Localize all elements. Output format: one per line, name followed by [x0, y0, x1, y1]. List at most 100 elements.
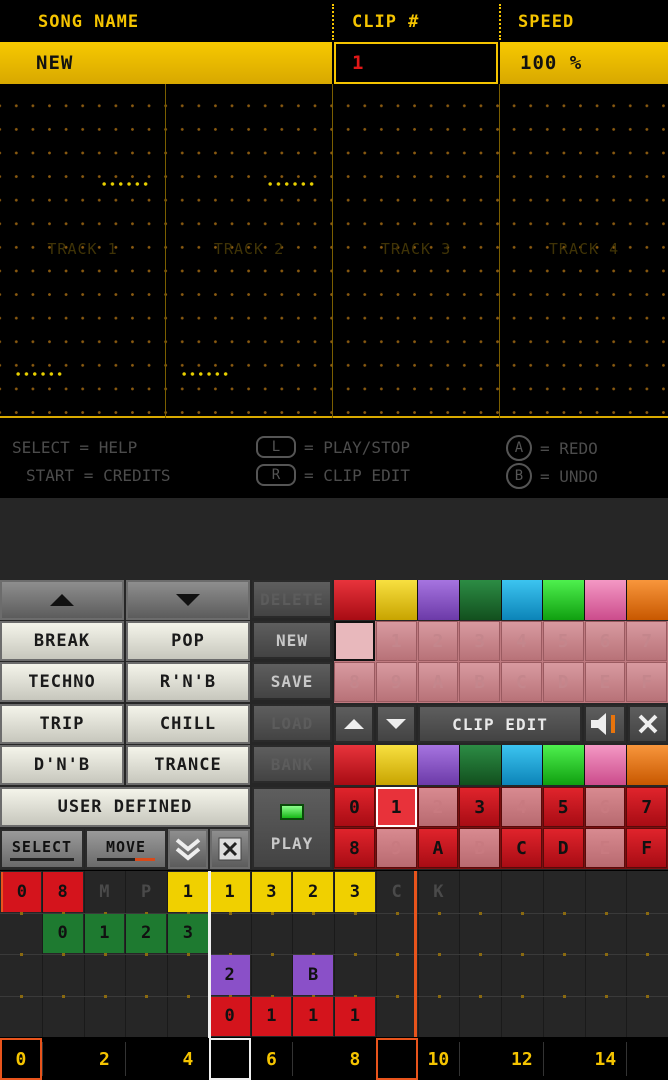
clip-pad-top[interactable]: 7 [626, 621, 667, 661]
clip-pad-bottom[interactable]: D [542, 828, 584, 868]
clip-pad-top[interactable]: 5 [542, 621, 584, 661]
clip-number-field[interactable]: 1 [334, 42, 498, 84]
delete-button[interactable]: DELETE [252, 580, 332, 618]
genre-button-pop[interactable]: POP [126, 621, 250, 661]
sequencer-cell[interactable]: 1 [209, 872, 250, 912]
clip-pad-bottom[interactable]: 3 [459, 787, 500, 827]
select-tool-button[interactable]: SELECT [0, 829, 84, 869]
sequencer-cell[interactable]: 1 [293, 996, 333, 1036]
clear-button[interactable] [210, 829, 250, 869]
clip-pad-bottom[interactable]: 8 [334, 828, 375, 868]
clip-pad-top[interactable]: C [501, 662, 542, 702]
color-swatch-cyan[interactable] [501, 745, 544, 785]
color-swatch-green[interactable] [543, 580, 586, 620]
clip-pad-bottom[interactable]: B [459, 828, 500, 868]
color-swatch-yellow[interactable] [375, 745, 418, 785]
sequencer-cell[interactable]: 8 [42, 872, 83, 912]
clip-pad-bottom[interactable]: F [626, 828, 667, 868]
sequencer-cell[interactable]: 0 [1, 872, 41, 912]
color-swatch-pink[interactable] [585, 745, 628, 785]
sequencer-cell[interactable]: 1 [168, 872, 208, 912]
clip-pad-top[interactable]: 3 [459, 621, 500, 661]
clip-edit-button[interactable]: CLIP EDIT [418, 705, 582, 743]
sequencer-cell[interactable]: B [293, 955, 333, 995]
clip-pad-bottom[interactable]: 9 [375, 828, 417, 868]
sequencer-cell[interactable]: 2 [293, 872, 333, 912]
sequencer-cell[interactable]: 3 [168, 913, 208, 953]
clip-pad-bottom[interactable]: A [417, 828, 459, 868]
clip-pad-bottom[interactable]: 6 [584, 787, 626, 827]
clip-pad-top[interactable]: E [584, 662, 626, 702]
clip-pad-top[interactable]: 0 [334, 621, 375, 661]
clip-pad-bottom[interactable]: 5 [542, 787, 584, 827]
color-swatch-red[interactable] [334, 745, 376, 785]
clip-pad-bottom[interactable]: 4 [501, 787, 542, 827]
clip-pad-top[interactable]: 4 [501, 621, 542, 661]
sequencer-cell[interactable]: 1 [84, 913, 125, 953]
color-swatch-green[interactable] [543, 745, 586, 785]
clip-pad-top[interactable]: 9 [375, 662, 417, 702]
sequencer-cell[interactable]: 2 [126, 913, 166, 953]
new-button[interactable]: NEW [252, 621, 332, 659]
genre-button-trance[interactable]: TRANCE [126, 745, 250, 785]
color-swatch-orange[interactable] [627, 580, 668, 620]
sequencer-cell[interactable]: K [419, 872, 459, 912]
clip-pad-top[interactable]: D [542, 662, 584, 702]
color-swatch-red[interactable] [334, 580, 376, 620]
track-4-label[interactable]: TRACK 4 [500, 240, 668, 258]
clip-pad-top[interactable]: B [459, 662, 500, 702]
color-swatch-darkgreen[interactable] [459, 745, 502, 785]
clip-pad-top[interactable]: 1 [375, 621, 417, 661]
speed-field[interactable]: 100 % [500, 42, 668, 84]
clip-pad-top[interactable]: A [417, 662, 459, 702]
user-defined-button[interactable]: USER DEFINED [0, 787, 250, 827]
color-swatch-purple[interactable] [417, 745, 460, 785]
clip-pad-bottom[interactable]: 7 [626, 787, 667, 827]
sequencer-cell[interactable]: 0 [42, 913, 83, 953]
clip-up-button[interactable] [334, 705, 374, 743]
mute-button[interactable] [584, 705, 626, 743]
clip-down-button[interactable] [376, 705, 416, 743]
genre-button-techno[interactable]: TECHNO [0, 662, 124, 702]
color-swatch-pink[interactable] [585, 580, 628, 620]
track-2-label[interactable]: TRACK 2 [166, 240, 332, 258]
collapse-button[interactable] [168, 829, 208, 869]
play-button[interactable]: PLAY [252, 787, 332, 869]
sequencer-cell[interactable]: 2 [209, 955, 250, 995]
track-3-label[interactable]: TRACK 3 [333, 240, 499, 258]
scroll-up-button[interactable] [0, 580, 124, 620]
sequencer-cell[interactable]: P [126, 872, 166, 912]
song-name-field[interactable]: NEW [0, 42, 332, 84]
clip-pad-top[interactable]: 8 [334, 662, 375, 702]
track-1-label[interactable]: TRACK 1 [0, 240, 165, 258]
color-swatch-darkgreen[interactable] [459, 580, 502, 620]
sequencer-cell[interactable]: 1 [251, 996, 292, 1036]
clip-pad-bottom[interactable]: E [584, 828, 626, 868]
color-swatch-cyan[interactable] [501, 580, 544, 620]
clip-pad-top[interactable]: 6 [584, 621, 626, 661]
genre-button-trip[interactable]: TRIP [0, 704, 124, 744]
color-swatch-orange[interactable] [627, 745, 668, 785]
close-clip-button[interactable] [628, 705, 668, 743]
clip-pad-bottom[interactable]: 2 [417, 787, 459, 827]
timeline-ruler[interactable]: 0 2 4 6 8 10 12 14 [0, 1038, 668, 1080]
clip-pad-bottom[interactable]: C [501, 828, 542, 868]
sequencer-cell[interactable]: 0 [209, 996, 250, 1036]
save-button[interactable]: SAVE [252, 662, 332, 700]
sequencer-cell[interactable]: C [377, 872, 417, 912]
sequencer-cell[interactable]: 3 [251, 872, 292, 912]
move-tool-button[interactable]: MOVE [85, 829, 167, 869]
scroll-down-button[interactable] [126, 580, 250, 620]
clip-pad-bottom[interactable]: 0 [334, 787, 375, 827]
sequencer-cell[interactable]: 3 [335, 872, 375, 912]
sequencer-cell[interactable]: M [85, 872, 125, 912]
bank-button[interactable]: BANK [252, 745, 332, 783]
color-swatch-yellow[interactable] [375, 580, 418, 620]
load-button[interactable]: LOAD [252, 704, 332, 742]
genre-button-dnb[interactable]: D'N'B [0, 745, 124, 785]
genre-button-chill[interactable]: CHILL [126, 704, 250, 744]
clip-pad-bottom[interactable]: 1 [375, 787, 417, 827]
clip-pad-top[interactable]: 2 [417, 621, 459, 661]
color-swatch-purple[interactable] [417, 580, 460, 620]
genre-button-rnb[interactable]: R'N'B [126, 662, 250, 702]
